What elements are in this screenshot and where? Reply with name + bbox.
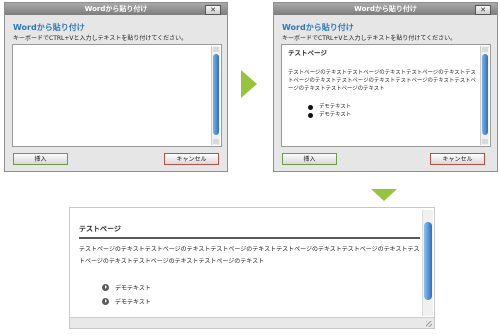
paste-textarea[interactable]: テストページ テストページのテキストテストページのテキストテストページのテキスト… [281, 44, 491, 147]
paste-scrollbar[interactable] [480, 46, 489, 145]
scroll-down-icon[interactable] [213, 139, 219, 144]
paste-dialog-filled: Wordから貼り付け ✕ Wordから貼り付け キーボードでCTRL+Vと入力し… [273, 2, 498, 172]
resize-grip-icon[interactable] [426, 321, 432, 327]
arrow-down-icon [371, 189, 397, 201]
list-item: デモテキスト [102, 280, 151, 294]
dialog-instruction: キーボードでCTRL+Vと入力しテキストを貼り付けてください。 [282, 35, 457, 42]
bullet-text: デモテキスト [115, 298, 151, 306]
scroll-thumb[interactable] [424, 222, 432, 300]
list-item: デモテキスト [308, 103, 478, 111]
arrow-right-icon [241, 70, 257, 98]
close-icon[interactable]: ✕ [205, 5, 221, 15]
paste-dialog-empty: Wordから貼り付け ✕ Wordから貼り付け キーボードでCTRL+Vと入力し… [4, 2, 228, 172]
paste-textarea[interactable] [12, 44, 222, 147]
bullet-text: デモテキスト [319, 104, 352, 110]
dialog-title: Wordから貼り付け [282, 23, 354, 32]
scroll-thumb[interactable] [482, 54, 488, 135]
heading-divider [79, 237, 420, 239]
dialog-window-title: Wordから貼り付け [84, 5, 148, 13]
editor-heading: テストページ [79, 225, 121, 233]
scroll-up-icon[interactable] [213, 47, 219, 52]
pasted-heading: テストページ [288, 49, 327, 57]
bullet-text: デモテキスト [319, 112, 352, 118]
editor-scrollbar[interactable] [422, 210, 433, 316]
editor-footer [70, 317, 434, 328]
insert-button[interactable]: 挿入 [282, 153, 337, 165]
pasted-bullet-list: デモテキスト デモテキスト [308, 103, 478, 119]
insert-button[interactable]: 挿入 [13, 153, 68, 165]
list-item: デモテキスト [102, 294, 151, 308]
bullet-dot-icon [308, 112, 313, 118]
pasted-body: テストページのテキストテストページのテキストテストページのテキストテストページの… [288, 70, 476, 92]
cancel-button[interactable]: キャンセル [430, 153, 485, 165]
bullet-dot-icon [308, 104, 313, 110]
editor-bullet-list: デモテキスト デモテキスト [102, 280, 151, 308]
bullet-circle-icon [102, 297, 109, 305]
dialog-titlebar: Wordから貼り付け ✕ [274, 3, 497, 15]
list-item: デモテキスト [308, 111, 478, 119]
scroll-down-icon[interactable] [482, 139, 488, 144]
scroll-thumb[interactable] [213, 54, 219, 135]
dialog-titlebar: Wordから貼り付け ✕ [5, 3, 227, 15]
scroll-up-icon[interactable] [482, 47, 488, 52]
dialog-window-title: Wordから貼り付け [354, 5, 417, 13]
dialog-instruction: キーボードでCTRL+Vと入力しテキストを貼り付けてください。 [13, 35, 188, 42]
editor-pane[interactable]: テストページ テストページのテキストテストページのテキストテストページのテキスト… [69, 207, 435, 329]
bullet-circle-icon [102, 283, 109, 291]
dialog-title: Wordから貼り付け [13, 23, 85, 32]
editor-body: テストページのテキストテストページのテキストテストページのテキストテストページの… [79, 246, 420, 265]
paste-scrollbar[interactable] [211, 46, 220, 145]
editor-content[interactable]: テストページ テストページのテキストテストページのテキストテストページのテキスト… [76, 208, 420, 320]
cancel-button[interactable]: キャンセル [164, 153, 219, 165]
close-icon[interactable]: ✕ [475, 5, 491, 15]
bullet-text: デモテキスト [115, 284, 151, 292]
